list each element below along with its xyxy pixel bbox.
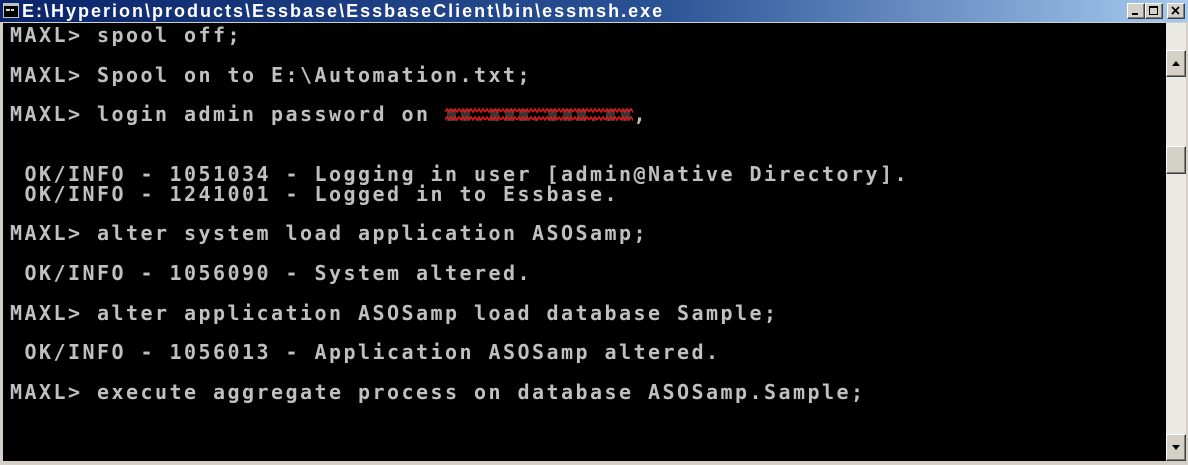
- console-line: OK/INFO - 1056090 - System altered.: [10, 260, 533, 285]
- maximize-icon: [1149, 6, 1158, 15]
- console-output-area[interactable]: MAXL> spool off; MAXL> Spool on to E:\Au…: [3, 23, 1166, 461]
- vertical-scrollbar[interactable]: [1166, 23, 1186, 461]
- minimize-button[interactable]: [1127, 3, 1145, 19]
- redaction-mark: [445, 105, 634, 126]
- scroll-up-button[interactable]: [1166, 50, 1186, 77]
- console-line: MAXL> spool off;: [10, 23, 243, 47]
- title-bar[interactable]: E:\Hyperion\products\Essbase\EssbaseClie…: [0, 0, 1188, 22]
- minimize-icon: [1132, 13, 1138, 15]
- scrollbar-thumb[interactable]: [1166, 146, 1186, 175]
- console-line-text: ,: [633, 102, 649, 127]
- console-window: E:\Hyperion\products\Essbase\EssbaseClie…: [0, 0, 1188, 465]
- icon-detail: [11, 9, 14, 11]
- window-title: E:\Hyperion\products\Essbase\EssbaseClie…: [22, 1, 665, 21]
- icon-detail: [6, 9, 10, 11]
- scroll-down-button[interactable]: [1166, 434, 1186, 461]
- close-icon: [1171, 6, 1180, 15]
- up-arrow-icon: [1172, 61, 1180, 66]
- console-app-icon[interactable]: [3, 3, 19, 18]
- console-line: OK/INFO - 1241001 - Logged in to Essbase…: [10, 181, 620, 206]
- console-line: MAXL> alter application ASOSamp load dat…: [10, 300, 779, 325]
- console-line-text: MAXL> login admin password on: [10, 102, 446, 127]
- console-line: MAXL> alter system load application ASOS…: [10, 221, 649, 246]
- console-text: MAXL> spool off; MAXL> Spool on to E:\Au…: [10, 23, 909, 404]
- console-line: OK/INFO - 1056013 - Application ASOSamp …: [10, 340, 721, 365]
- close-button[interactable]: [1167, 3, 1185, 19]
- maximize-button[interactable]: [1145, 3, 1163, 19]
- console-line: MAXL> Spool on to E:\Automation.txt;: [10, 62, 533, 87]
- down-arrow-icon: [1172, 445, 1180, 450]
- console-line: MAXL> login admin password on ,: [10, 102, 909, 127]
- console-line: MAXL> execute aggregate process on datab…: [10, 379, 866, 404]
